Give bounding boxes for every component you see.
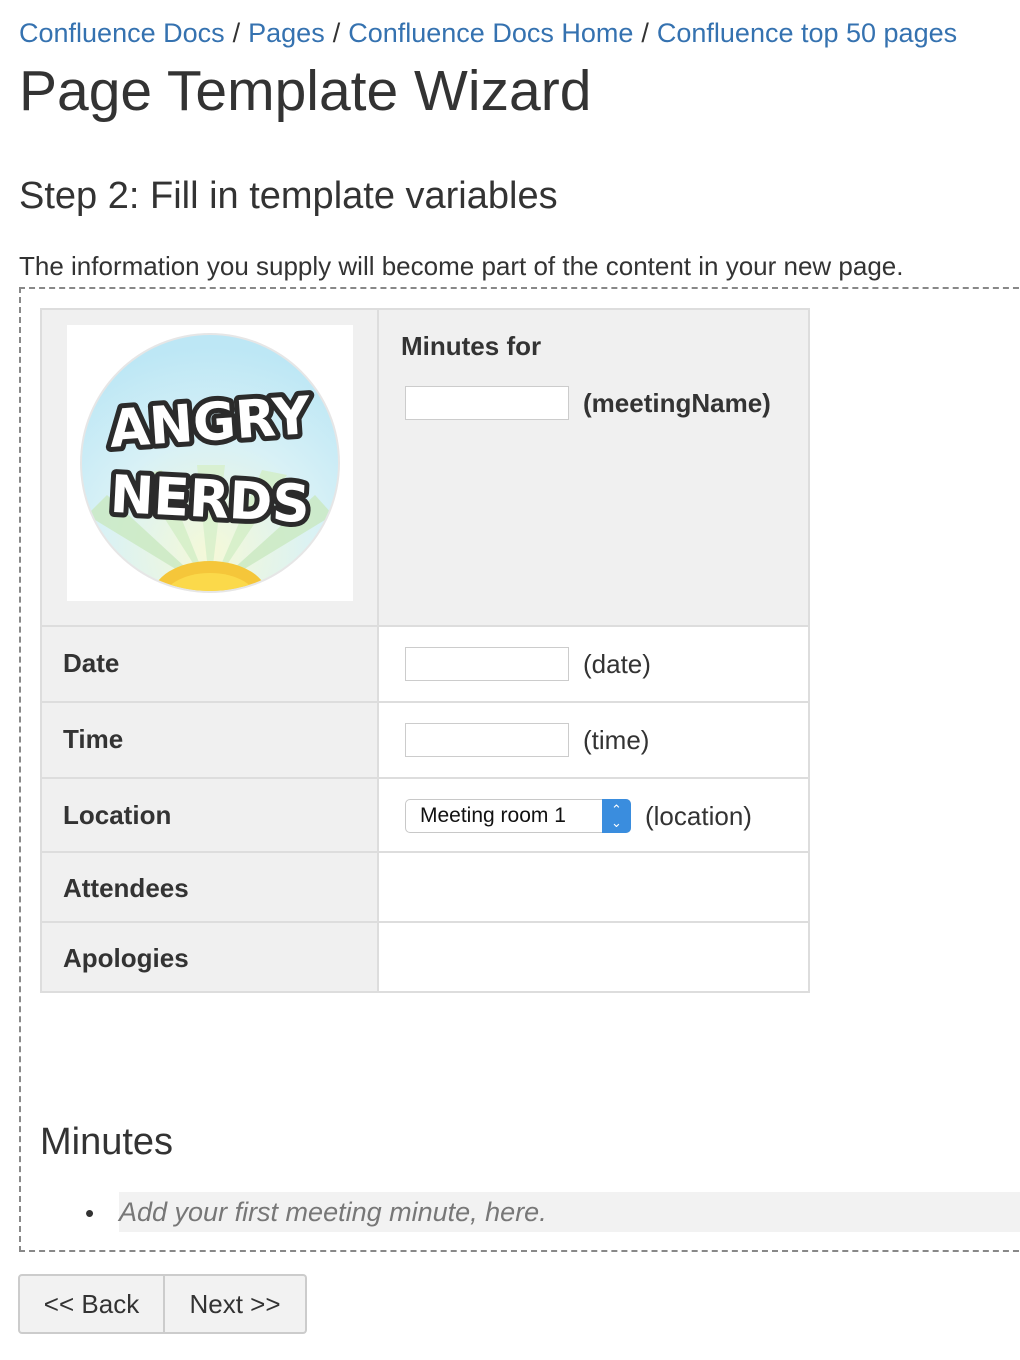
breadcrumb-separator: /: [641, 18, 649, 48]
page-title: Page Template Wizard: [19, 59, 592, 123]
time-label: Time: [63, 724, 124, 754]
meeting-name-input[interactable]: [405, 386, 569, 420]
date-input[interactable]: [405, 647, 569, 681]
wizard-navigation: << Back Next >>: [18, 1274, 307, 1334]
date-label-cell: Date: [40, 625, 379, 703]
attendees-value-cell: [377, 851, 810, 923]
date-field-group: (date): [405, 647, 807, 681]
table-row: Time (time): [40, 701, 810, 779]
minutes-for-cell: Minutes for (meetingName): [377, 308, 810, 627]
template-variables-table: ANGRY ANGRY NERDS NERDS Minutes for (mee…: [40, 308, 810, 993]
apologies-label: Apologies: [63, 943, 189, 973]
location-label: Location: [63, 800, 172, 830]
next-button[interactable]: Next >>: [165, 1274, 307, 1334]
logo-cell: ANGRY ANGRY NERDS NERDS: [40, 308, 379, 627]
back-button[interactable]: << Back: [18, 1274, 165, 1334]
minutes-for-label: Minutes for: [401, 331, 542, 361]
apologies-value-cell: [377, 921, 810, 993]
breadcrumb-confluence-docs[interactable]: Confluence Docs: [19, 18, 225, 48]
breadcrumb-separator: /: [232, 18, 241, 48]
breadcrumb-confluence-docs-home[interactable]: Confluence Docs Home: [348, 18, 633, 48]
date-value-cell: (date): [377, 625, 810, 703]
location-field-group: Meeting room 1 ⌃ ⌄ (location): [405, 799, 807, 833]
angry-nerds-logo: ANGRY ANGRY NERDS NERDS: [67, 325, 353, 601]
attendees-label-cell: Attendees: [40, 851, 379, 923]
minute-placeholder-item[interactable]: Add your first meeting minute, here.: [119, 1192, 1020, 1232]
logo-text-line2-fill: NERDS: [109, 465, 312, 535]
minutes-heading: Minutes: [40, 1121, 174, 1163]
location-variable: (location): [645, 800, 752, 831]
time-variable: (time): [583, 724, 650, 755]
meeting-name-variable: (meetingName): [583, 387, 771, 418]
location-label-cell: Location: [40, 777, 379, 853]
table-row: Location Meeting room 1 ⌃ ⌄ (location): [40, 777, 810, 853]
table-row: Apologies: [40, 921, 810, 993]
time-field-group: (time): [405, 723, 807, 757]
breadcrumb-separator: /: [332, 18, 341, 48]
table-row: Date (date): [40, 625, 810, 703]
breadcrumb-pages[interactable]: Pages: [248, 18, 325, 48]
table-row: ANGRY ANGRY NERDS NERDS Minutes for (mee…: [40, 308, 810, 627]
location-selected-value: Meeting room 1: [420, 804, 566, 827]
attendees-label: Attendees: [63, 873, 189, 903]
step-heading: Step 2: Fill in template variables: [19, 175, 558, 217]
table-row: Attendees: [40, 851, 810, 923]
time-value-cell: (time): [377, 701, 810, 779]
location-value-cell: Meeting room 1 ⌃ ⌄ (location): [377, 777, 810, 853]
date-variable: (date): [583, 648, 651, 679]
time-input[interactable]: [405, 723, 569, 757]
logo-image: ANGRY ANGRY NERDS NERDS: [80, 333, 340, 593]
intro-text: The information you supply will become p…: [19, 251, 904, 281]
breadcrumb-top-50-pages[interactable]: Confluence top 50 pages: [657, 18, 957, 48]
breadcrumb: Confluence Docs / Pages / Confluence Docs Ho…: [19, 18, 957, 49]
location-select[interactable]: Meeting room 1 ⌃ ⌄: [405, 799, 631, 833]
apologies-label-cell: Apologies: [40, 921, 379, 993]
bullet-icon: •: [85, 1198, 95, 1228]
meeting-name-field-group: (meetingName): [405, 386, 807, 420]
chevron-up-down-icon: ⌃ ⌄: [602, 799, 631, 833]
time-label-cell: Time: [40, 701, 379, 779]
date-label: Date: [63, 648, 120, 678]
